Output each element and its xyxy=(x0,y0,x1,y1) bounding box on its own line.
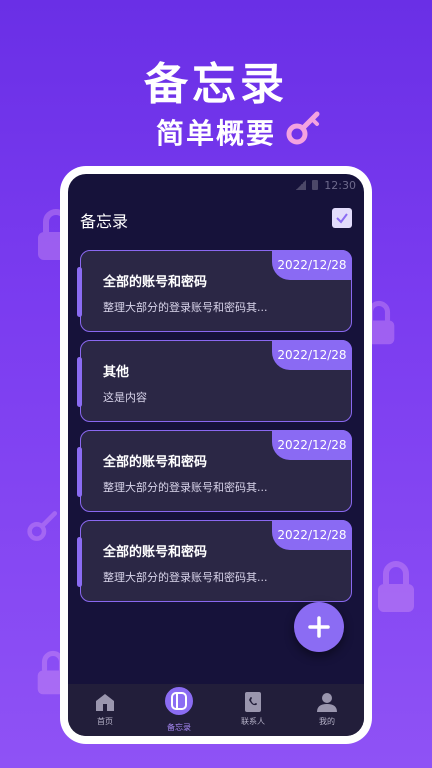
note-desc: 整理大部分的登录账号和密码其... xyxy=(103,301,268,314)
hero-subtitle: 简单概要 xyxy=(155,117,276,150)
home-icon xyxy=(96,694,114,711)
add-note-button[interactable] xyxy=(294,602,344,652)
signal-icon xyxy=(296,180,307,190)
note-date: 2022/12/28 xyxy=(272,340,352,370)
note-desc: 这是内容 xyxy=(103,391,147,404)
card-accent xyxy=(77,447,82,497)
note-card[interactable]: 2022/12/28 全部的账号和密码 整理大部分的登录账号和密码其... xyxy=(77,520,352,602)
note-desc: 整理大部分的登录账号和密码其... xyxy=(103,571,268,584)
status-bar: 12:30 xyxy=(296,176,356,194)
page-title: 备忘录 xyxy=(80,212,129,231)
note-title: 全部的账号和密码 xyxy=(103,545,208,560)
note-title: 其他 xyxy=(103,365,130,380)
card-accent xyxy=(77,357,82,407)
user-icon xyxy=(317,693,337,712)
card-accent xyxy=(77,267,82,317)
note-card[interactable]: 2022/12/28 其他 这是内容 xyxy=(77,340,352,422)
tab-label: 我的 xyxy=(319,717,335,726)
hero-title: 备忘录 xyxy=(144,59,288,110)
key-icon xyxy=(286,111,320,145)
phone-screen: 12:30 备忘录 2022/12/28 全部的账号和密码 整理大部分的登录账号… xyxy=(68,174,364,736)
status-time: 12:30 xyxy=(324,178,356,192)
note-title: 全部的账号和密码 xyxy=(103,455,208,470)
tab-label: 首页 xyxy=(97,717,113,726)
note-date: 2022/12/28 xyxy=(272,520,352,550)
battery-icon xyxy=(312,180,319,190)
tab-home[interactable]: 首页 xyxy=(75,684,135,736)
tab-contacts[interactable]: 联系人 xyxy=(223,684,283,736)
contacts-icon xyxy=(245,692,261,712)
bottom-tab-bar: 首页 备忘录 联系人 我的 xyxy=(68,684,364,736)
note-date: 2022/12/28 xyxy=(272,250,352,280)
tab-active-bubble xyxy=(162,684,196,718)
tab-notes[interactable]: 备忘录 xyxy=(149,684,209,736)
plus-icon xyxy=(308,616,330,638)
note-date: 2022/12/28 xyxy=(272,430,352,460)
checkbox-icon xyxy=(336,213,348,224)
card-accent xyxy=(77,537,82,587)
notebook-icon xyxy=(171,692,187,710)
lock-icon xyxy=(378,561,414,612)
tab-profile[interactable]: 我的 xyxy=(297,684,357,736)
note-card[interactable]: 2022/12/28 全部的账号和密码 整理大部分的登录账号和密码其... xyxy=(77,250,352,332)
tab-label: 备忘录 xyxy=(167,723,191,732)
tab-label: 联系人 xyxy=(241,717,265,726)
select-all-button[interactable] xyxy=(332,208,352,228)
note-card[interactable]: 2022/12/28 全部的账号和密码 整理大部分的登录账号和密码其... xyxy=(77,430,352,512)
key-icon xyxy=(27,511,58,541)
note-title: 全部的账号和密码 xyxy=(103,275,208,290)
note-desc: 整理大部分的登录账号和密码其... xyxy=(103,481,268,494)
